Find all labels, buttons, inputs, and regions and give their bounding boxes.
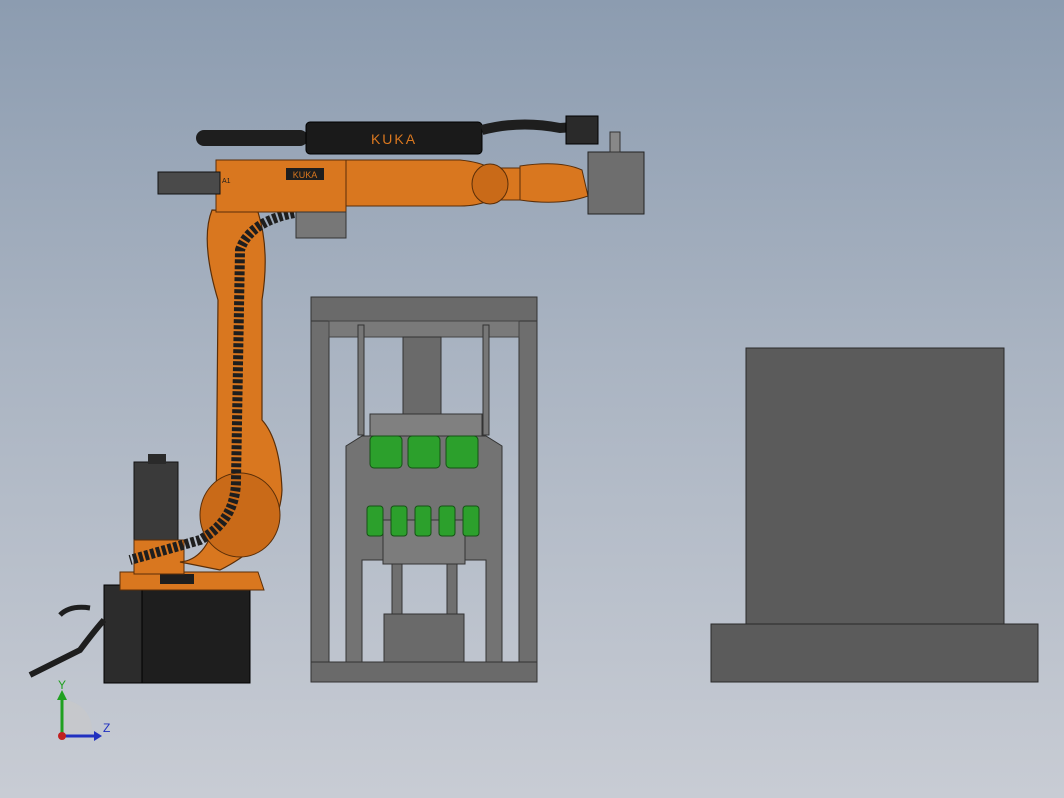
left-rod: [357, 324, 365, 436]
y-axis-label: Y: [58, 678, 67, 692]
wrist: [519, 163, 589, 203]
base-label-plate: [160, 574, 194, 584]
counterbalance: [157, 171, 221, 195]
coordinate-triad: [57, 690, 102, 741]
upper-roller-3: [445, 435, 479, 469]
base-label: A1: [222, 178, 231, 185]
shoulder-joint: [199, 472, 281, 558]
lower-roller-3: [414, 505, 432, 537]
base-cable-2: [58, 604, 91, 617]
forearm-joint: [471, 163, 509, 205]
lower-roller-5: [462, 505, 480, 537]
lower-roller-1: [366, 505, 384, 537]
upper-rollers: [369, 435, 479, 469]
base-cable: [28, 617, 107, 678]
gray-block[interactable]: [710, 347, 1039, 683]
cad-viewport[interactable]: KUKA A1 KUKA Y Z: [0, 0, 1064, 798]
top-hose-left: [196, 130, 308, 146]
lower-roller-4: [438, 505, 456, 537]
motor-cap: [148, 454, 166, 464]
frame-top-beam: [310, 296, 538, 322]
roller-station[interactable]: [310, 296, 538, 683]
frame-left-post: [310, 320, 330, 683]
frame-right-post: [518, 320, 538, 683]
robot-base-front: [103, 584, 143, 684]
block-base: [710, 623, 1039, 683]
arm-label: KUKA: [293, 170, 318, 180]
triad-plane: [62, 700, 92, 736]
lower-block: [383, 613, 465, 663]
right-rod: [482, 324, 490, 436]
hose-clamp: [565, 115, 599, 145]
x-axis-dot: [58, 732, 66, 740]
z-axis-label: Z: [103, 721, 111, 735]
kuka-robot[interactable]: KUKA A1 KUKA: [28, 115, 645, 684]
axis3-motor: [295, 211, 347, 239]
z-axis-head: [94, 731, 102, 741]
gripper-top-plate: [369, 413, 483, 437]
end-effector: [587, 151, 645, 215]
motor-housing: [133, 461, 179, 545]
frame-bottom-beam: [310, 661, 538, 683]
block-upper: [745, 347, 1005, 627]
end-effector-rod: [609, 131, 621, 153]
lower-rod-left: [391, 563, 403, 617]
assembly-scene[interactable]: KUKA A1 KUKA: [0, 0, 1064, 798]
kuka-logo: KUKA: [371, 131, 417, 147]
upper-roller-1: [369, 435, 403, 469]
arm-shoulder-block: [215, 159, 347, 213]
upper-roller-2: [407, 435, 441, 469]
center-column: [402, 336, 442, 416]
lower-roller-2: [390, 505, 408, 537]
lower-rod-right: [446, 563, 458, 617]
